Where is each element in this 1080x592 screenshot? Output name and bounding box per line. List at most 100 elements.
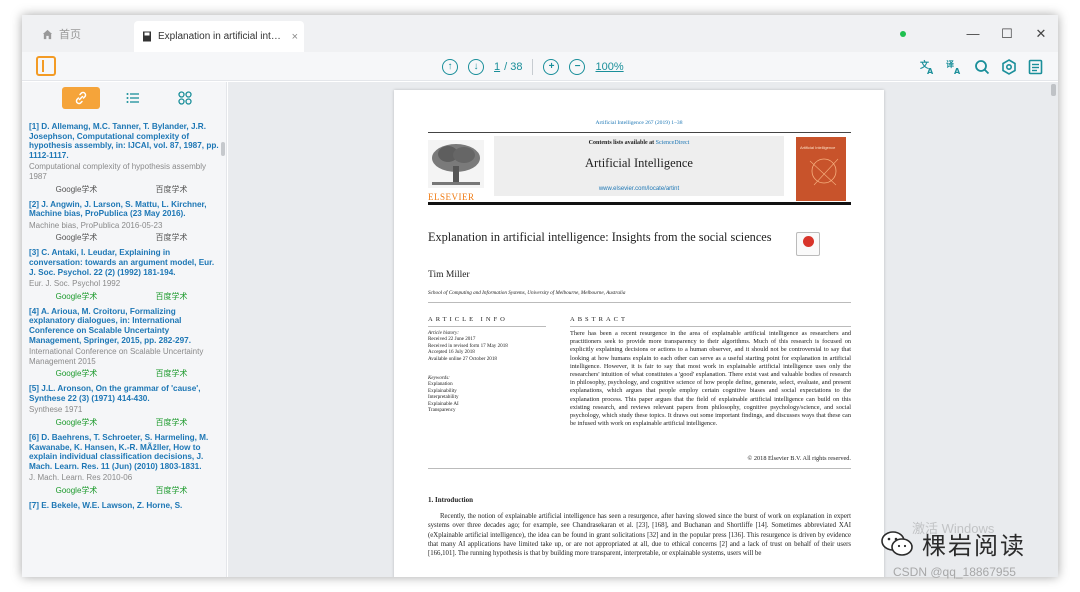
pdf-page: Artificial Intelligence 267 (2019) 1–38 … — [394, 90, 884, 577]
abstract-text: There has been a recent resurgence in th… — [570, 330, 851, 428]
zoom-out-icon[interactable]: − — [569, 58, 586, 75]
brand-watermark: 棵岩阅读 — [922, 533, 1026, 560]
article-info-heading: ARTICLE INFO — [428, 316, 508, 323]
tab-home[interactable]: 首页 — [32, 21, 132, 47]
baidu-scholar-link[interactable]: 百度学术 — [124, 368, 219, 379]
abstract-heading: ABSTRACT — [570, 316, 628, 323]
reference-title[interactable]: [5] J.L. Aronson, On the grammar of 'cau… — [29, 384, 219, 403]
author-name: Tim Miller — [428, 270, 470, 280]
tab-close-icon[interactable]: × — [292, 31, 298, 43]
page-total: / 38 — [504, 60, 523, 73]
references-sidebar: [1] D. Allemang, M.C. Tanner, T. Bylande… — [22, 82, 227, 577]
baidu-scholar-link[interactable]: 百度学术 — [124, 184, 219, 195]
close-window-button[interactable]: ✕ — [1024, 15, 1058, 52]
svg-text:A: A — [927, 67, 934, 75]
reference-meta: Computational complexity of hypothesis a… — [29, 162, 206, 181]
tab-document-label: Explanation in artificial intelli... — [158, 31, 286, 42]
header-rule — [428, 132, 851, 133]
tab-thumbnails[interactable] — [166, 87, 204, 109]
reference-title[interactable]: [1] D. Allemang, M.C. Tanner, T. Bylande… — [29, 122, 219, 160]
google-scholar-link[interactable]: Google学术 — [29, 184, 124, 195]
copyright-notice: © 2018 Elsevier B.V. All rights reserved… — [747, 455, 851, 462]
grid-icon — [178, 91, 192, 105]
reference-meta: J. Mach. Learn. Res 2010-06 — [29, 473, 133, 483]
page-number-input[interactable]: 1 — [494, 61, 500, 73]
google-scholar-link[interactable]: Google学术 — [29, 485, 124, 496]
crossmark-icon[interactable] — [796, 232, 820, 256]
reference-links: Google学术 百度学术 — [29, 368, 219, 379]
reference-links: Google学术 百度学术 — [29, 232, 219, 243]
maximize-button[interactable]: ☐ — [990, 15, 1024, 52]
reference-title[interactable]: [3] C. Antaki, I. Leudar, Explaining in … — [29, 248, 219, 277]
link-icon — [75, 91, 87, 105]
journal-header-box: Contents lists available at ScienceDirec… — [494, 136, 784, 196]
reference-item: [3] C. Antaki, I. Leudar, Explaining in … — [29, 248, 219, 301]
elsevier-logo-icon — [428, 140, 484, 188]
translate-icon[interactable]: 文A — [919, 58, 936, 75]
previous-page-icon[interactable]: ↑ — [442, 58, 458, 75]
zoom-level[interactable]: 100% — [595, 61, 623, 73]
tab-outline[interactable] — [114, 87, 152, 109]
reference-item: [5] J.L. Aronson, On the grammar of 'cau… — [29, 384, 219, 428]
tab-bar: 首页 Explanation in artificial intelli... … — [22, 15, 1058, 52]
minimize-button[interactable]: — — [956, 15, 990, 52]
keywords: Keywords: Explanation Explainability Int… — [428, 375, 459, 413]
reference-item: [1] D. Allemang, M.C. Tanner, T. Bylande… — [29, 122, 219, 195]
toolbar-tools: 文A 译A — [919, 52, 1044, 81]
translate-text-icon[interactable]: 译A — [946, 58, 963, 75]
sciencedirect-link[interactable]: ScienceDirect — [656, 140, 690, 146]
google-scholar-link[interactable]: Google学术 — [29, 291, 124, 302]
reference-meta: International Conference on Scalable Unc… — [29, 347, 204, 366]
page-navigation: ↑ ↓ 1 / 38 + − 100% — [442, 52, 624, 81]
reference-meta: Synthese 1971 — [29, 405, 83, 415]
window-controls: — ☐ ✕ — [900, 15, 1058, 52]
keyword-item: Transparency — [428, 407, 456, 414]
reference-links: Google学术 百度学术 — [29, 485, 219, 496]
baidu-scholar-link[interactable]: 百度学术 — [124, 291, 219, 302]
tab-document[interactable]: Explanation in artificial intelli... × — [134, 21, 304, 52]
reference-title[interactable]: [6] D. Baehrens, T. Schroeter, S. Harmel… — [29, 433, 219, 471]
reference-links: Google学术 百度学术 — [29, 184, 219, 195]
wechat-watermark: 棵岩阅读 — [880, 526, 1026, 561]
reference-item: [6] D. Baehrens, T. Schroeter, S. Harmel… — [29, 433, 219, 496]
reference-item: [2] J. Angwin, J. Larson, S. Mattu, L. K… — [29, 200, 219, 244]
reference-list: [1] D. Allemang, M.C. Tanner, T. Bylande… — [29, 122, 219, 516]
reference-links: Google学术 百度学术 — [29, 417, 219, 428]
contents-prefix: Contents lists available at — [588, 140, 656, 146]
keyword-item: Interpretability — [428, 394, 459, 401]
section-rule — [428, 302, 851, 303]
reference-item: [7] E. Bekele, W.E. Lawson, Z. Horne, S. — [29, 501, 219, 511]
abstract-rule — [570, 326, 851, 327]
document-icon — [143, 31, 151, 42]
viewer-scrollbar[interactable] — [1051, 84, 1056, 96]
reference-title[interactable]: [2] J. Angwin, J. Larson, S. Mattu, L. K… — [29, 200, 219, 219]
zoom-in-icon[interactable]: + — [543, 58, 560, 75]
home-icon — [42, 29, 53, 39]
settings-icon[interactable] — [1000, 58, 1017, 75]
page-indicator: 1 / 38 — [494, 61, 522, 73]
google-scholar-link[interactable]: Google学术 — [29, 232, 124, 243]
sidebar-toggle-icon[interactable] — [36, 56, 56, 76]
search-icon[interactable] — [973, 58, 990, 75]
tab-home-label: 首页 — [59, 29, 81, 41]
google-scholar-link[interactable]: Google学术 — [29, 368, 124, 379]
baidu-scholar-link[interactable]: 百度学术 — [124, 485, 219, 496]
google-scholar-link[interactable]: Google学术 — [29, 417, 124, 428]
reference-title[interactable]: [4] A. Arioua, M. Croitoru, Formalizing … — [29, 307, 219, 345]
baidu-scholar-link[interactable]: 百度学术 — [124, 417, 219, 428]
sidebar-scrollbar[interactable] — [221, 142, 225, 156]
reference-links: Google学术 百度学术 — [29, 291, 219, 302]
introduction-heading: 1. Introduction — [428, 496, 473, 504]
baidu-scholar-link[interactable]: 百度学术 — [124, 232, 219, 243]
reference-meta: Eur. J. Soc. Psychol 1992 — [29, 279, 121, 289]
reference-title[interactable]: [7] E. Bekele, W.E. Lawson, Z. Horne, S. — [29, 501, 219, 511]
next-page-icon[interactable]: ↓ — [468, 58, 484, 75]
notes-icon[interactable] — [1027, 58, 1044, 75]
reference-meta: Machine bias, ProPublica 2016-05-23 — [29, 220, 163, 230]
journal-reference[interactable]: Artificial Intelligence 267 (2019) 1–38 — [394, 120, 884, 126]
publisher-name: ELSEVIER — [428, 192, 475, 202]
svg-text:A: A — [954, 67, 961, 75]
journal-url-link[interactable]: www.elsevier.com/locate/artint — [494, 186, 784, 192]
toolbar-divider — [532, 58, 534, 75]
tab-references[interactable] — [62, 87, 100, 109]
